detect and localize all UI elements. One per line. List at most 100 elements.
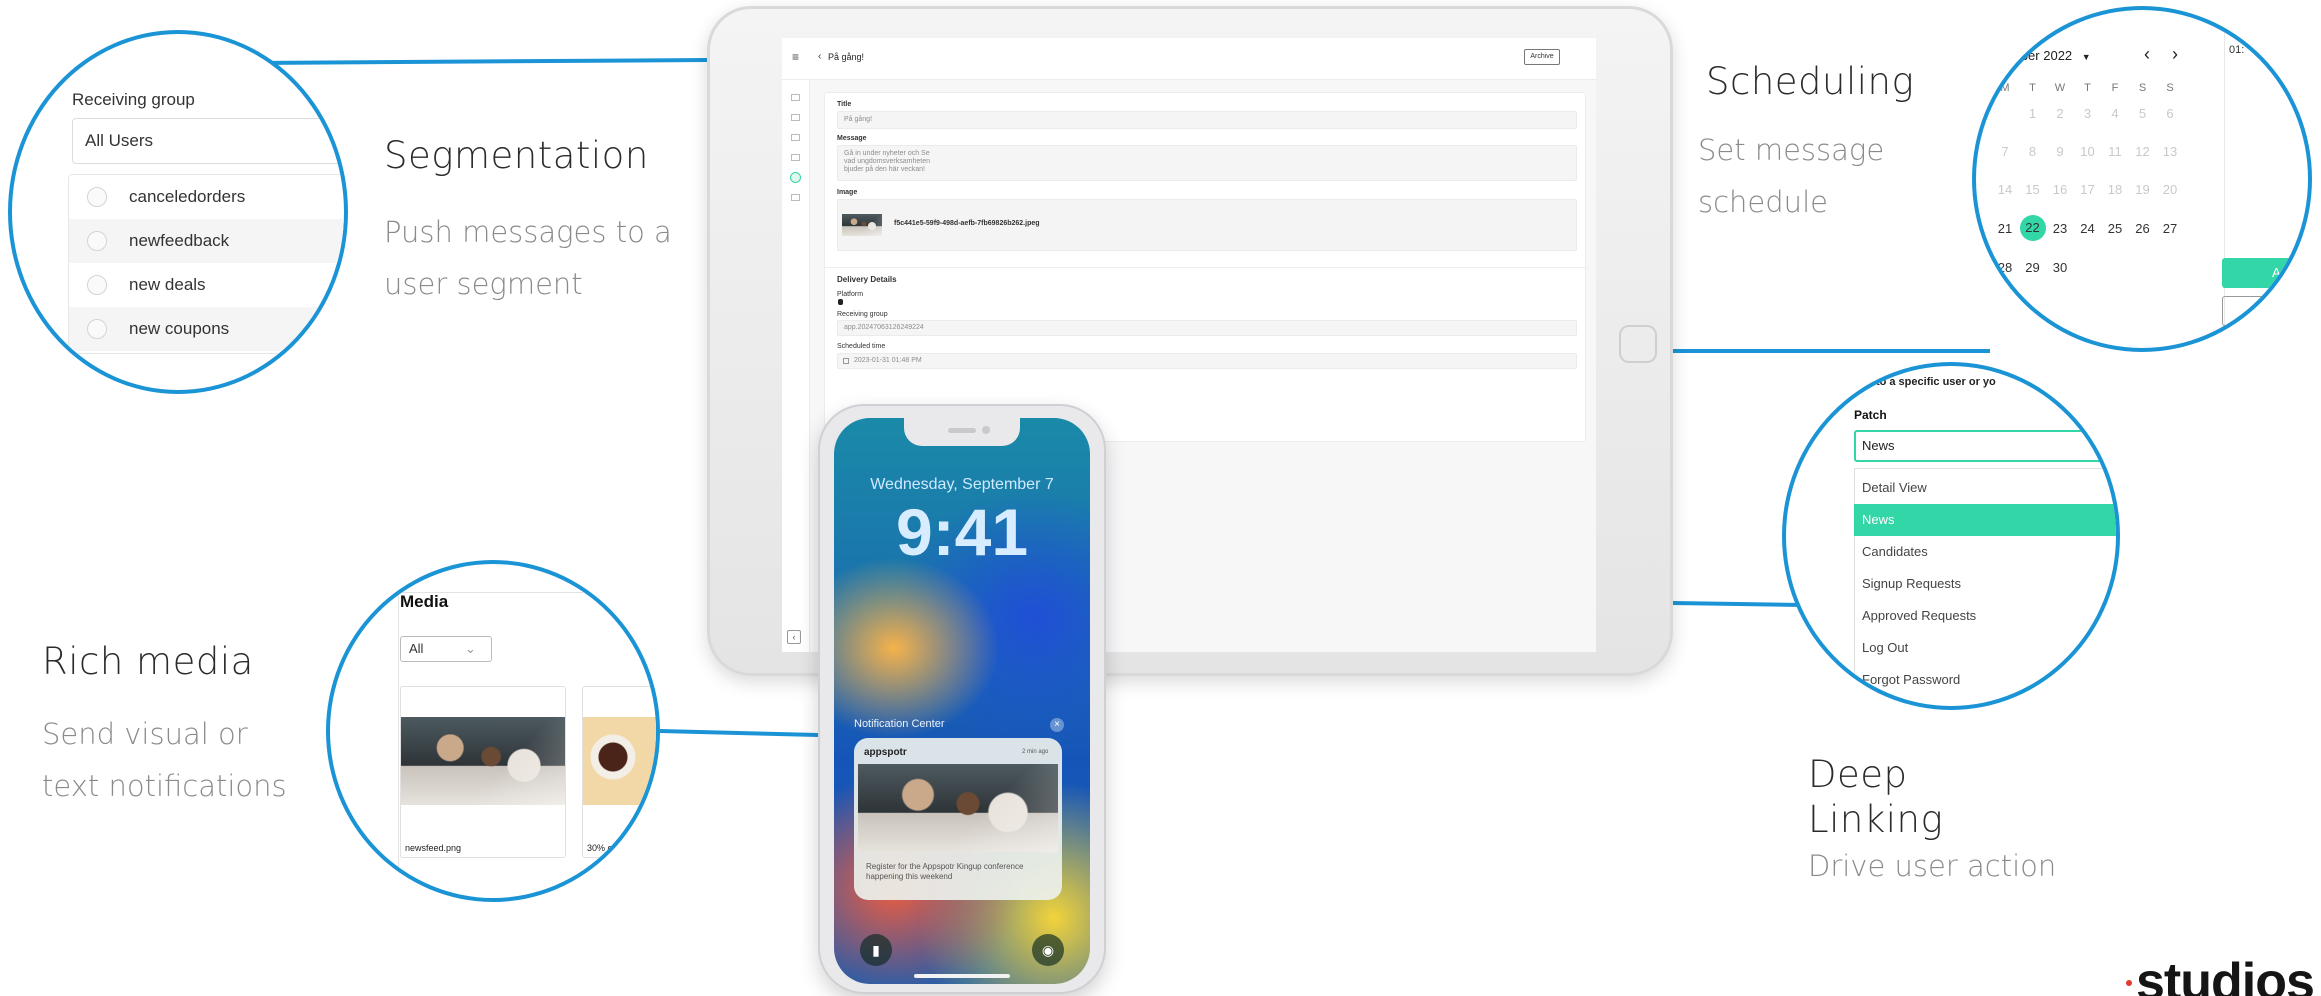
scheduled-time-label: Scheduled time xyxy=(837,343,886,350)
calendar-day[interactable]: 7 xyxy=(1992,144,2018,159)
tablet-home-button[interactable] xyxy=(1619,325,1657,363)
calendar-day[interactable]: 25 xyxy=(2102,221,2128,236)
group-option[interactable]: newfeedback xyxy=(69,219,344,263)
scheduled-time-value: 2023-01-31 01:48 PM xyxy=(854,357,922,364)
segmentation-title: Segmentation xyxy=(384,134,649,177)
calendar-day[interactable]: 28 xyxy=(1992,260,2018,275)
calendar-day[interactable]: 19 xyxy=(2130,182,2156,197)
sidebar-chart-icon[interactable] xyxy=(791,94,800,101)
calendar-day[interactable]: 18 xyxy=(2102,182,2128,197)
patch-option[interactable]: Candidates xyxy=(1854,536,2116,568)
media-filename: newsfeed.png xyxy=(405,843,462,853)
filter-value: All xyxy=(409,641,424,656)
calendar-day[interactable]: 1 xyxy=(2020,106,2046,121)
calendar-day[interactable]: 24 xyxy=(2075,221,2101,236)
radio-icon xyxy=(87,231,107,251)
apply-button[interactable]: Ap xyxy=(2222,258,2308,288)
calendar-day[interactable]: 21 xyxy=(1992,221,2018,236)
calendar-day[interactable]: 4 xyxy=(2102,106,2128,121)
calendar-day[interactable]: 26 xyxy=(2130,221,2156,236)
patch-option[interactable]: Saved News xyxy=(1854,696,2116,706)
calendar-day[interactable]: 9 xyxy=(2047,144,2073,159)
title-field[interactable]: På gång! xyxy=(837,111,1577,129)
patch-option[interactable]: Detail View xyxy=(1854,472,2116,504)
radio-icon xyxy=(87,275,107,295)
receiving-group-field[interactable]: app.20247063126249224 xyxy=(837,320,1577,336)
calendar-day[interactable]: 29 xyxy=(2020,260,2046,275)
patch-option[interactable]: Signup Requests xyxy=(1854,568,2116,600)
prev-month-icon[interactable]: ‹ xyxy=(2144,44,2150,65)
sidebar-bell-icon[interactable] xyxy=(790,172,801,183)
media-card[interactable]: 30% off xyxy=(582,686,656,858)
admin-sidebar: ‹ xyxy=(782,80,810,652)
calendar-day[interactable]: 8 xyxy=(2020,144,2046,159)
sidebar-inbox-icon[interactable] xyxy=(791,154,800,161)
divider xyxy=(825,267,1587,268)
notification-card[interactable]: appspotr 2 min ago Register for the Apps… xyxy=(854,738,1062,900)
lock-date: Wednesday, September 7 xyxy=(870,476,1054,493)
message-field[interactable]: Gå in under nyheter och Se vad ungdomsve… xyxy=(837,145,1577,181)
rich-media-subtitle: Send visual or text notifications xyxy=(42,708,287,812)
calendar-day[interactable]: 5 xyxy=(2130,106,2156,121)
patch-input[interactable]: News xyxy=(1854,430,2116,462)
caret-down-icon: ▼ xyxy=(2081,52,2091,62)
receiving-group-select[interactable]: All Users xyxy=(72,118,344,164)
calendar-day[interactable]: 30 xyxy=(2047,260,2073,275)
menu-icon[interactable]: ≡ xyxy=(792,50,799,64)
group-option[interactable]: new coupons xyxy=(69,307,344,351)
cancel-button[interactable] xyxy=(2222,296,2308,326)
patch-option[interactable]: Forgot Password xyxy=(1854,664,2116,696)
calendar-day[interactable]: 14 xyxy=(1992,182,2018,197)
group-option-label: new deals xyxy=(129,275,206,294)
calendar-day[interactable]: 23 xyxy=(2047,221,2073,236)
home-indicator xyxy=(914,974,1010,978)
deep-linking-subtitle: Drive user action xyxy=(1808,849,2057,883)
collapse-sidebar-button[interactable]: ‹ xyxy=(787,630,801,644)
delivery-details-heading: Delivery Details xyxy=(837,275,897,284)
platform-label: Platform xyxy=(837,291,864,298)
patch-option[interactable]: Log Out xyxy=(1854,632,2116,664)
sidebar-grid-icon[interactable] xyxy=(791,114,800,121)
scheduled-time-field[interactable]: 2023-01-31 01:48 PM xyxy=(837,353,1577,369)
calendar-day[interactable]: 10 xyxy=(2075,144,2101,159)
group-option[interactable]: canceledorders xyxy=(69,175,309,219)
group-option[interactable]: new deals xyxy=(69,263,309,307)
back-chevron-icon[interactable]: ‹ xyxy=(818,51,821,62)
image-field[interactable]: f5c441e5-59f9-498d-aefb-7fb69826b262.jpe… xyxy=(837,199,1577,251)
media-filter-select[interactable]: All ⌄ xyxy=(400,636,492,662)
flashlight-icon[interactable]: ▮ xyxy=(860,934,892,966)
next-month-icon[interactable]: › xyxy=(2172,44,2178,65)
time-value[interactable]: 01: xyxy=(2229,44,2244,56)
calendar-day[interactable]: 3 xyxy=(2075,106,2101,121)
image-thumbnail xyxy=(842,214,882,236)
image-label: Image xyxy=(837,189,858,196)
calendar-day[interactable]: 27 xyxy=(2157,221,2183,236)
calendar-day[interactable]: 2 xyxy=(2047,106,2073,121)
calendar-day-selected[interactable]: 22 xyxy=(2019,215,2046,241)
calendar-day[interactable]: 12 xyxy=(2130,144,2156,159)
calendar-icon xyxy=(843,358,849,364)
close-icon[interactable]: × xyxy=(1050,718,1064,732)
month-label[interactable]: mber 2022 ▼ xyxy=(2010,48,2091,63)
sidebar-list-icon[interactable] xyxy=(791,134,800,141)
calendar-day[interactable]: 15 xyxy=(2020,182,2046,197)
camera-icon[interactable]: ◉ xyxy=(1032,934,1064,966)
calendar-day[interactable]: 16 xyxy=(2047,182,2073,197)
archive-button[interactable]: Archive xyxy=(1524,49,1560,65)
calendar-day[interactable]: 11 xyxy=(2102,144,2128,159)
app-name: appspotr xyxy=(864,747,907,758)
calendar-day[interactable]: 20 xyxy=(2157,182,2183,197)
calendar-day[interactable]: 17 xyxy=(2075,182,2101,197)
patch-option[interactable]: Approved Requests xyxy=(1854,600,2116,632)
calendar-day[interactable]: 13 xyxy=(2157,144,2183,159)
notification-detail-card: Title På gång! Message Gå in under nyhet… xyxy=(824,92,1587,442)
deep-linking-magnifier: Send to a specific user or yo Patch News… xyxy=(1782,362,2120,710)
patch-option-selected[interactable]: News xyxy=(1854,504,2116,536)
title-label: Title xyxy=(837,101,852,108)
weekday-label: S xyxy=(2138,82,2147,94)
sidebar-settings-icon[interactable] xyxy=(791,194,800,201)
page-title: På gång! xyxy=(828,52,865,62)
weekday-label: T xyxy=(2029,82,2036,94)
media-card[interactable]: newsfeed.png xyxy=(400,686,566,858)
calendar-day[interactable]: 6 xyxy=(2157,106,2183,121)
